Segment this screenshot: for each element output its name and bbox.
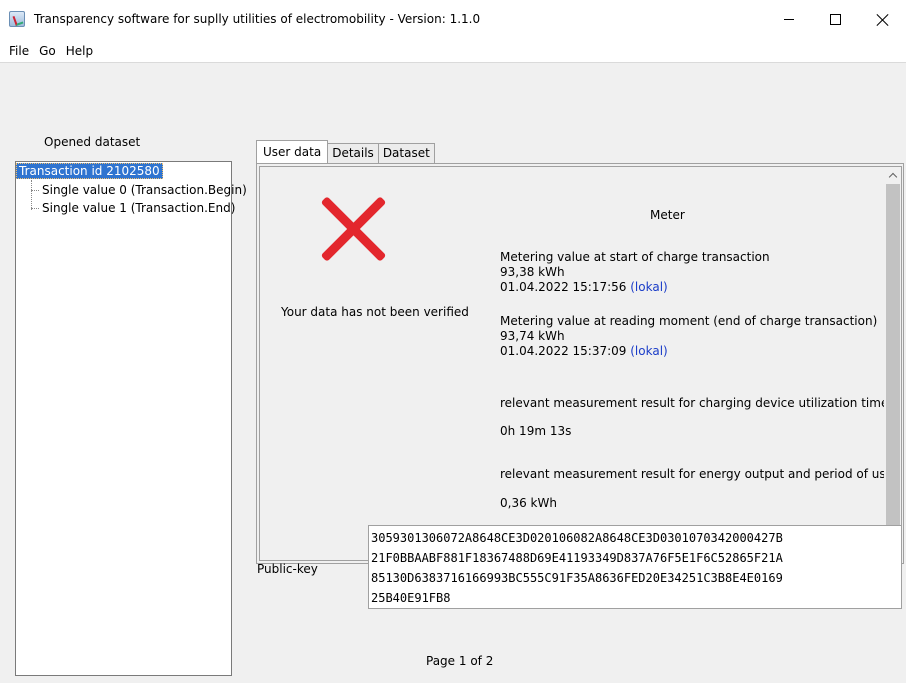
start-value-block: Metering value at start of charge transa… <box>500 250 770 295</box>
end-value: 93,74 kWh <box>500 329 565 343</box>
public-key-field[interactable]: 3059301306072A8648CE3D020106082A8648CE3D… <box>368 525 902 609</box>
end-value-block: Metering value at reading moment (end of… <box>500 314 877 359</box>
scrollbar-thumb[interactable] <box>886 184 900 543</box>
menu-go[interactable]: Go <box>34 44 61 58</box>
end-timestamp: 01.04.2022 15:37:09 <box>500 344 627 358</box>
tree-branch-line <box>31 190 39 191</box>
public-key-label: Public-key <box>257 562 318 576</box>
tab-dataset[interactable]: Dataset <box>377 143 435 163</box>
vertical-scrollbar[interactable] <box>884 167 901 560</box>
start-timestamp: 01.04.2022 15:17:56 <box>500 280 627 294</box>
opened-dataset-label: Opened dataset <box>44 135 141 149</box>
tree-item-single-value-1[interactable]: Single value 1 (Transaction.End) <box>31 200 235 216</box>
tree-branch-line <box>31 208 39 209</box>
public-key-line: 25B40E91FB8 <box>371 591 451 605</box>
tree-item-transaction[interactable]: Transaction id 2102580 <box>16 163 163 179</box>
tree-item-single-value-0[interactable]: Single value 0 (Transaction.Begin) <box>31 182 247 198</box>
not-verified-x-icon <box>322 197 384 259</box>
page-indicator: Page 1 of 2 <box>426 654 494 668</box>
java-app-icon <box>9 11 25 27</box>
start-value: 93,38 kWh <box>500 265 565 279</box>
start-value-label: Metering value at start of charge transa… <box>500 250 770 264</box>
menu-help[interactable]: Help <box>61 44 98 58</box>
minimize-icon <box>784 19 794 20</box>
menu-bar: File Go Help <box>0 39 906 62</box>
end-timezone-link[interactable]: (lokal) <box>630 344 667 358</box>
start-timestamp-row: 01.04.2022 15:17:56 (lokal) <box>500 280 770 295</box>
window-title: Transparency software for suplly utiliti… <box>34 12 481 26</box>
meter-title: Meter <box>650 208 685 222</box>
close-icon <box>877 14 889 26</box>
user-data-panel: Your data has not been verified Meter Me… <box>256 163 904 564</box>
tree-item-label: Single value 1 (Transaction.End) <box>42 201 236 215</box>
public-key-line: 21F0BBAABF881F18367488D69E41193349D837A7… <box>371 551 783 565</box>
tab-bar: User data Details Dataset <box>256 140 435 163</box>
public-key-line: 3059301306072A8648CE3D020106082A8648CE3D… <box>371 531 783 545</box>
close-button[interactable] <box>860 0 906 39</box>
tab-user-data[interactable]: User data <box>256 140 329 163</box>
dataset-tree[interactable]: Transaction id 2102580 Single value 0 (T… <box>15 161 247 676</box>
utilization-label: relevant measurement result for charging… <box>500 396 889 410</box>
end-value-label: Metering value at reading moment (end of… <box>500 314 878 328</box>
user-data-scroll-area: Your data has not been verified Meter Me… <box>259 166 902 561</box>
energy-value: 0,36 kWh <box>500 496 557 510</box>
scroll-up-button[interactable] <box>884 167 901 184</box>
verification-status: Your data has not been verified <box>281 305 469 319</box>
tree-item-label: Single value 0 (Transaction.Begin) <box>42 183 247 197</box>
energy-label: relevant measurement result for energy o… <box>500 467 894 481</box>
maximize-button[interactable] <box>812 0 858 39</box>
minimize-button[interactable] <box>766 0 812 39</box>
tab-details[interactable]: Details <box>327 143 379 163</box>
start-timezone-link[interactable]: (lokal) <box>630 280 667 294</box>
end-timestamp-row: 01.04.2022 15:37:09 (lokal) <box>500 344 877 359</box>
maximize-icon <box>829 14 841 25</box>
chevron-up-icon <box>888 172 897 182</box>
title-bar: Transparency software for suplly utiliti… <box>0 0 906 39</box>
utilization-value: 0h 19m 13s <box>500 424 572 438</box>
menu-file[interactable]: File <box>4 44 34 58</box>
public-key-line: 85130D6383716166993BC555C91F35A8636FED20… <box>371 571 783 585</box>
